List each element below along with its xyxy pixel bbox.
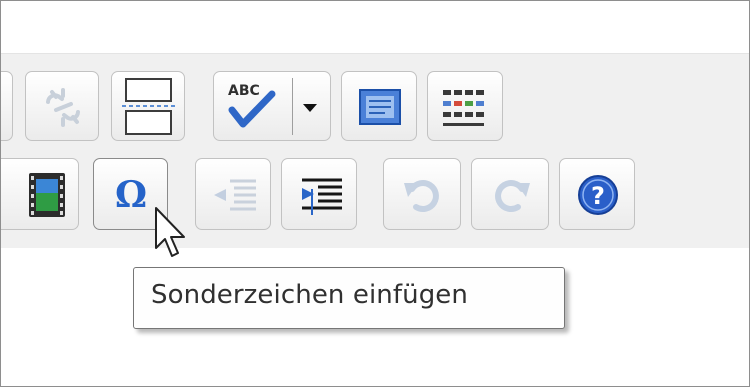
window-frame: ABC Ω ? Sonderzeichen einfügen xyxy=(0,0,750,387)
unlink-icon xyxy=(46,88,80,127)
horizontal-rule-icon xyxy=(122,78,175,135)
table-icon xyxy=(443,90,484,126)
partial-button-left[interactable] xyxy=(1,71,13,141)
undo-button xyxy=(383,158,461,230)
svg-text:Ω: Ω xyxy=(115,174,147,216)
redo-icon xyxy=(495,180,530,212)
indent-button[interactable] xyxy=(281,158,357,230)
indent-icon xyxy=(302,178,342,215)
table-button[interactable] xyxy=(427,71,503,141)
undo-icon xyxy=(404,180,439,212)
unlink-button xyxy=(25,71,99,141)
blockquote-button[interactable] xyxy=(341,71,417,141)
redo-button xyxy=(471,158,549,230)
top-area xyxy=(1,1,749,53)
mouse-pointer-icon xyxy=(155,207,185,257)
spellcheck-group: ABC xyxy=(213,71,331,141)
film-strip-icon xyxy=(29,173,65,217)
horizontal-rule-button[interactable] xyxy=(111,71,185,141)
tooltip: Sonderzeichen einfügen xyxy=(133,267,565,329)
tooltip-text: Sonderzeichen einfügen xyxy=(151,280,468,310)
dropdown-arrow-icon[interactable] xyxy=(214,72,332,142)
help-icon: ? xyxy=(578,175,618,215)
help-button[interactable]: ? xyxy=(559,158,635,230)
outdent-button xyxy=(195,158,271,230)
svg-text:?: ? xyxy=(591,182,605,210)
blockquote-icon xyxy=(359,89,401,125)
insert-media-button[interactable] xyxy=(1,158,79,230)
outdent-icon xyxy=(214,179,256,211)
editor-toolbar: ABC Ω ? xyxy=(1,53,749,249)
